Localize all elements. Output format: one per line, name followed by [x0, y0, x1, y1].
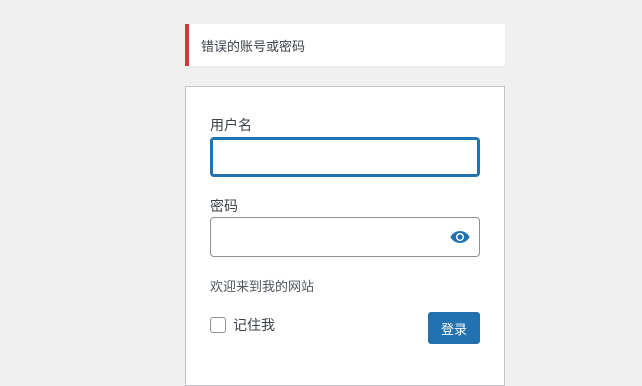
site-welcome-text: 欢迎来到我的网站 — [210, 280, 315, 295]
remember-me-row: 记住我 — [210, 315, 275, 335]
login-form: 用户名 密码 欢迎来到我的网站 记住我 登录 — [185, 86, 505, 386]
username-input[interactable] — [210, 137, 480, 177]
password-input[interactable] — [210, 217, 480, 257]
password-label: 密码 — [210, 199, 238, 215]
error-message: 错误的账号或密码 — [201, 39, 306, 55]
username-label: 用户名 — [210, 118, 252, 134]
login-error-notice: 错误的账号或密码 — [185, 24, 505, 66]
show-password-button[interactable] — [446, 223, 474, 251]
eye-icon — [450, 231, 470, 243]
login-button[interactable]: 登录 — [428, 312, 480, 344]
remember-me-checkbox[interactable] — [210, 317, 226, 333]
remember-me-label: 记住我 — [233, 318, 275, 334]
